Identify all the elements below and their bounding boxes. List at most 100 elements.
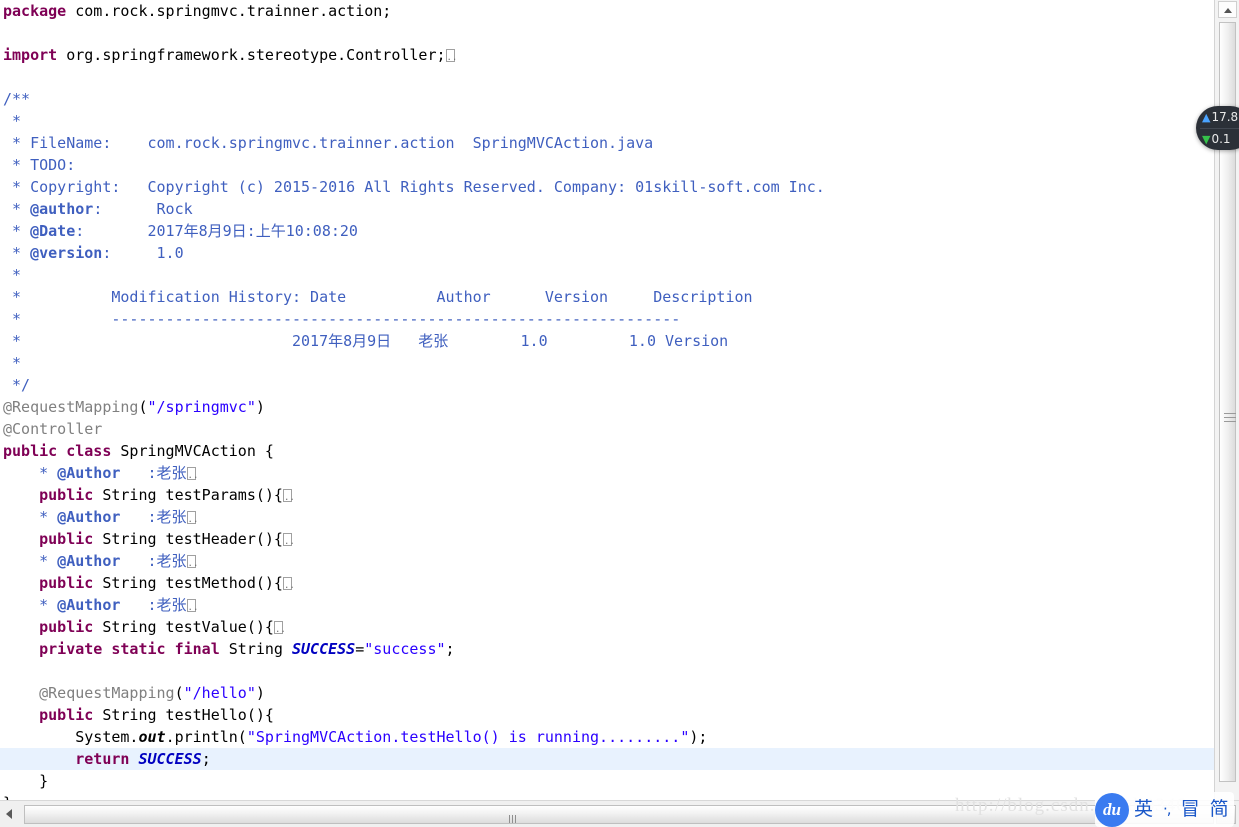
code-line[interactable]: public String testHeader(){	[0, 528, 1214, 550]
code-line[interactable]: * @Date: 2017年8月9日:上午10:08:20	[0, 220, 1214, 242]
network-speed-widget[interactable]: ▲17.8 ▼0.1	[1196, 106, 1239, 150]
code-line[interactable]: * 2017年8月9日 老张 1.0 1.0 Version	[0, 330, 1214, 352]
code-editor-text-area[interactable]: package com.rock.springmvc.trainner.acti…	[0, 0, 1214, 800]
code-line[interactable]: * TODO:	[0, 154, 1214, 176]
code-line[interactable]: *	[0, 264, 1214, 286]
scroll-left-button[interactable]	[2, 805, 20, 823]
code-line[interactable]: * Modification History: Date Author Vers…	[0, 286, 1214, 308]
code-line[interactable]: * @version: 1.0	[0, 242, 1214, 264]
code-line[interactable]: * @Author :老张	[0, 462, 1214, 484]
code-line[interactable]: }	[0, 792, 1214, 800]
code-line[interactable]: * @Author :老张	[0, 550, 1214, 572]
code-token: *	[3, 112, 22, 130]
code-line[interactable]: * FileName: com.rock.springmvc.trainner.…	[0, 132, 1214, 154]
code-token: *	[3, 354, 22, 372]
code-line[interactable]: @RequestMapping("/hello")	[0, 682, 1214, 704]
code-token: import	[3, 46, 58, 64]
baidu-ime-logo-icon[interactable]: du	[1095, 792, 1129, 827]
code-fold-marker[interactable]	[282, 577, 292, 590]
code-token: String testHeader(){	[93, 530, 283, 548]
code-token: SpringMVCAction {	[111, 442, 274, 460]
code-token: org.springframework.stereotype.Controlle…	[57, 46, 446, 64]
code-token: String testParams(){	[93, 486, 283, 504]
code-token: *	[3, 200, 31, 218]
code-token: static	[111, 640, 166, 658]
code-line[interactable]: return SUCCESS;	[0, 748, 1214, 770]
code-fold-marker[interactable]	[282, 533, 292, 546]
code-token: : 1.0	[102, 244, 184, 262]
code-fold-marker[interactable]	[186, 511, 196, 524]
code-token: *	[3, 508, 58, 526]
horizontal-scrollbar-thumb[interactable]	[24, 805, 1214, 824]
code-token: String testMethod(){	[93, 574, 283, 592]
code-line[interactable]: public class SpringMVCAction {	[0, 440, 1214, 462]
code-token: *	[3, 552, 58, 570]
code-token: SUCCESS	[292, 640, 356, 658]
scroll-up-button[interactable]	[1218, 1, 1237, 18]
code-token: }	[3, 772, 49, 790]
code-line[interactable]	[0, 22, 1214, 44]
code-fold-marker[interactable]	[186, 555, 196, 568]
code-token: String testHello(){	[93, 706, 274, 724]
code-token: :老张	[120, 508, 187, 526]
baidu-ime-bar[interactable]: du 英 ·, 冒 简	[1095, 792, 1234, 827]
code-token: *	[3, 222, 31, 240]
code-line[interactable]: public String testHello(){	[0, 704, 1214, 726]
code-token: @Controller	[3, 420, 103, 438]
ime-language-toggle[interactable]: 英	[1129, 792, 1158, 827]
code-token: return	[75, 750, 130, 768]
code-line[interactable]: * @Author :老张	[0, 594, 1214, 616]
code-line[interactable]	[0, 660, 1214, 682]
code-line[interactable]: * @author: Rock	[0, 198, 1214, 220]
code-token: : Rock	[93, 200, 193, 218]
code-token: public	[39, 530, 94, 548]
code-token: @Author	[57, 464, 121, 482]
code-fold-marker[interactable]	[186, 599, 196, 612]
code-line[interactable]: import org.springframework.stereotype.Co…	[0, 44, 1214, 66]
code-line[interactable]: @RequestMapping("/springmvc")	[0, 396, 1214, 418]
code-line[interactable]: public String testValue(){	[0, 616, 1214, 638]
horizontal-scrollbar[interactable]	[0, 800, 1239, 827]
code-line[interactable]: *	[0, 352, 1214, 374]
code-fold-marker[interactable]	[445, 49, 455, 62]
code-line[interactable]: * --------------------------------------…	[0, 308, 1214, 330]
code-line[interactable]: package com.rock.springmvc.trainner.acti…	[0, 0, 1214, 22]
code-line[interactable]: */	[0, 374, 1214, 396]
code-token: ;	[201, 750, 211, 768]
ime-toolbox-icon[interactable]: 冒	[1176, 792, 1205, 827]
code-token: public	[39, 706, 94, 724]
code-line[interactable]: *	[0, 110, 1214, 132]
code-fold-marker[interactable]	[273, 621, 283, 634]
code-line[interactable]: System.out.println("SpringMVCAction.test…	[0, 726, 1214, 748]
code-token: private	[39, 640, 103, 658]
code-token: public	[39, 618, 94, 636]
code-line[interactable]: }	[0, 770, 1214, 792]
code-token: : 2017年8月9日:上午10:08:20	[75, 222, 358, 240]
code-token: public	[3, 442, 58, 460]
code-token: * 2017年8月9日 老张 1.0 1.0 Version	[3, 332, 729, 350]
code-line[interactable]: public String testParams(){	[0, 484, 1214, 506]
code-token: .println(	[165, 728, 247, 746]
code-line[interactable]: * @Author :老张	[0, 506, 1214, 528]
code-fold-marker[interactable]	[282, 489, 292, 502]
code-line[interactable]: /**	[0, 88, 1214, 110]
code-token: )	[255, 684, 265, 702]
code-fold-marker[interactable]	[186, 467, 196, 480]
scroll-up-arrow-icon	[1223, 8, 1232, 13]
code-line[interactable]: @Controller	[0, 418, 1214, 440]
code-line[interactable]: private static final String SUCCESS="suc…	[0, 638, 1214, 660]
code-token: *	[3, 464, 58, 482]
arrow-up-icon: ▲	[1202, 111, 1211, 124]
code-line[interactable]	[0, 66, 1214, 88]
code-token: :老张	[120, 596, 187, 614]
code-line[interactable]: public String testMethod(){	[0, 572, 1214, 594]
ime-simplified-toggle[interactable]: 简	[1205, 792, 1234, 827]
ime-punctuation-toggle[interactable]: ·,	[1158, 792, 1176, 827]
code-token: @Author	[57, 552, 121, 570]
code-line[interactable]: * Copyright: Copyright (c) 2015-2016 All…	[0, 176, 1214, 198]
